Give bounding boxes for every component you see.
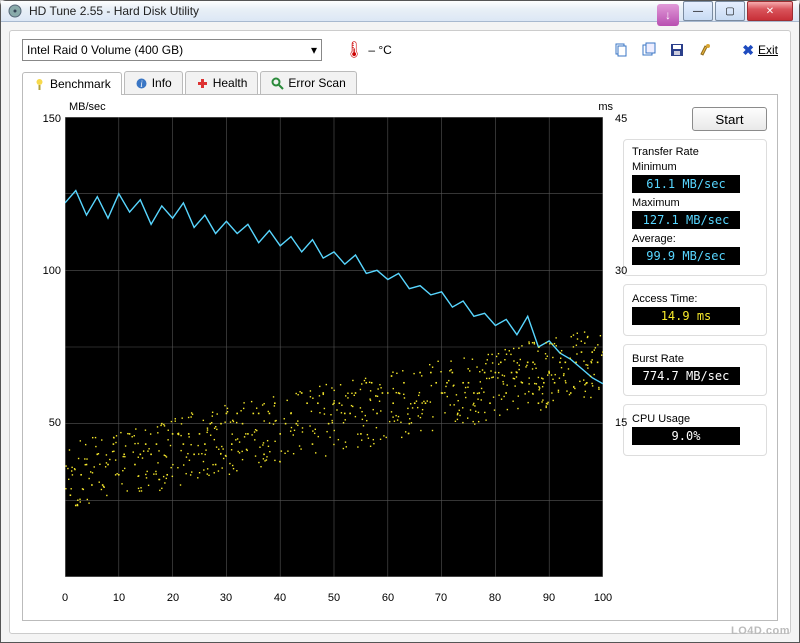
copy-screenshot-button[interactable] [638,39,660,61]
y-left-axis-label: MB/sec [69,101,106,113]
average-value: 99.9 MB/sec [632,247,740,265]
x-tick: 90 [543,592,555,604]
start-button[interactable]: Start [692,107,767,131]
y-left-tick: 150 [35,113,61,125]
tab-health[interactable]: Health [185,71,259,94]
burst-rate-label: Burst Rate [632,353,758,365]
cpu-usage-label: CPU Usage [632,413,758,425]
window-title: HD Tune 2.55 - Hard Disk Utility [29,4,681,18]
x-tick: 20 [167,592,179,604]
titlebar: HD Tune 2.55 - Hard Disk Utility ↓ — ▢ ✕ [1,1,799,22]
exit-button[interactable]: ✖ Exit [742,42,778,59]
health-icon [196,77,209,90]
tab-info[interactable]: i Info [124,71,183,94]
chevron-down-icon: ▾ [311,43,317,57]
watermark: LO4D.com [731,625,790,637]
benchmark-icon [33,78,46,91]
temperature-value: – °C [368,43,391,57]
x-tick: 50 [328,592,340,604]
access-time-label: Access Time: [632,293,758,305]
transfer-rate-box: Transfer Rate Minimum 61.1 MB/sec Maximu… [623,139,767,276]
options-button[interactable] [694,39,716,61]
x-tick: 70 [435,592,447,604]
average-label: Average: [632,233,758,245]
burst-rate-box: Burst Rate 774.7 MB/sec [623,344,767,396]
drive-select[interactable]: Intel Raid 0 Volume (400 GB) ▾ [22,39,322,61]
x-tick: 100 [594,592,612,604]
thermometer-icon: 🌡 [344,40,364,60]
x-tick: 80 [489,592,501,604]
transfer-rate-title: Transfer Rate [632,146,758,158]
tab-benchmark[interactable]: Benchmark [22,72,122,95]
copy-info-button[interactable] [610,39,632,61]
exit-icon: ✖ [742,42,754,59]
tabstrip: Benchmark i Info Health Error Scan [22,71,778,95]
save-button[interactable] [666,39,688,61]
access-time-value: 14.9 ms [632,307,740,325]
minimum-value: 61.1 MB/sec [632,175,740,193]
x-tick: 60 [382,592,394,604]
temperature-display: 🌡 – °C [344,40,392,60]
tab-error-scan[interactable]: Error Scan [260,71,356,94]
maximum-value: 127.1 MB/sec [632,211,740,229]
y-left-tick: 50 [35,417,61,429]
maximize-button[interactable]: ▢ [715,1,745,21]
cpu-usage-value: 9.0% [632,427,740,445]
x-tick: 40 [274,592,286,604]
y-right-axis-label: ms [598,101,613,113]
y-right-tick: 30 [615,265,635,277]
app-icon [7,3,23,19]
access-time-box: Access Time: 14.9 ms [623,284,767,336]
x-tick: 10 [113,592,125,604]
cpu-usage-box: CPU Usage 9.0% [623,404,767,456]
x-tick: 0 [62,592,68,604]
benchmark-chart: MB/sec ms 150 100 50 45 30 15 0 10 [33,105,613,610]
close-button[interactable]: ✕ [747,1,793,21]
exit-label: Exit [758,43,778,57]
maximum-label: Maximum [632,197,758,209]
chart-canvas [65,117,603,577]
x-tick: 30 [220,592,232,604]
drive-select-value: Intel Raid 0 Volume (400 GB) [27,43,183,57]
y-left-tick: 100 [35,265,61,277]
y-right-tick: 15 [615,417,635,429]
y-right-tick: 45 [615,113,635,125]
error-scan-icon [271,77,284,90]
burst-rate-value: 774.7 MB/sec [632,367,740,385]
info-icon: i [135,77,148,90]
titlebar-extra-icon[interactable]: ↓ [657,4,679,26]
minimize-button[interactable]: — [683,1,713,21]
minimum-label: Minimum [632,161,758,173]
